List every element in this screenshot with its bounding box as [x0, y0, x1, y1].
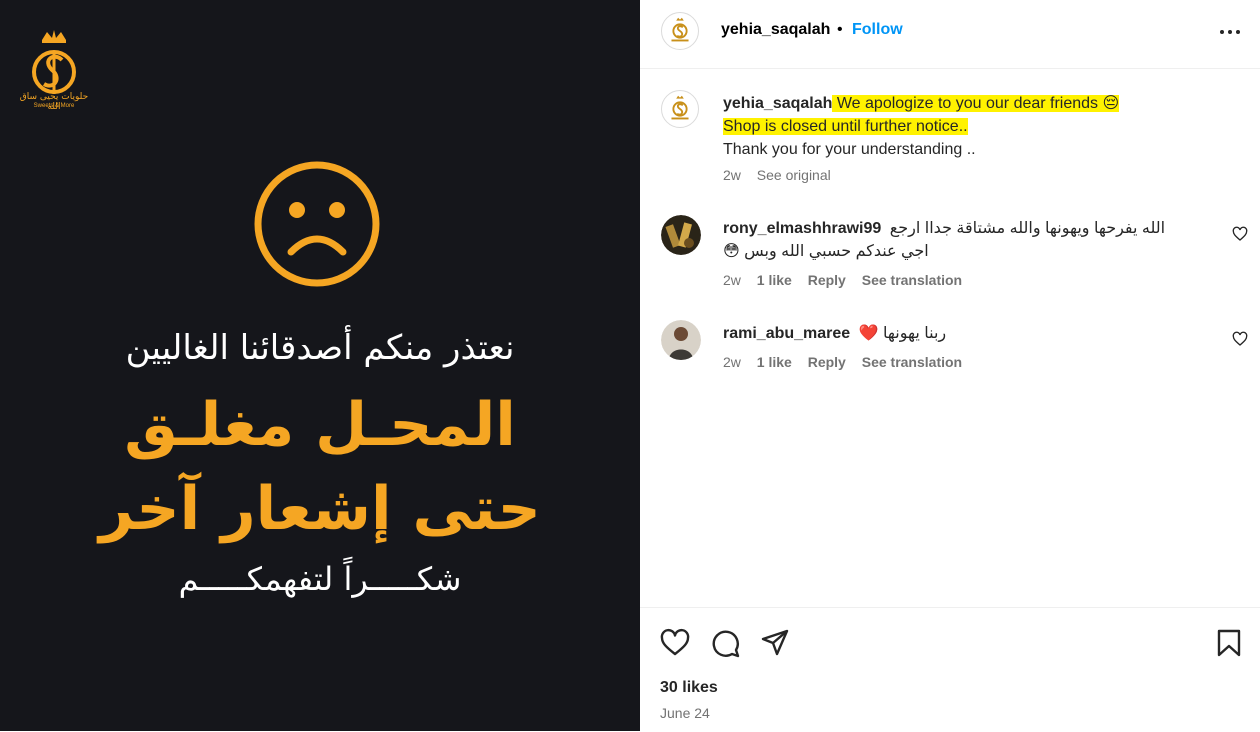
avatar[interactable] [661, 215, 701, 255]
comment-time[interactable]: 2w [723, 354, 741, 370]
comment-meta: 2w 1 like Reply See translation [723, 354, 974, 370]
post-date[interactable]: June 24 [660, 705, 710, 721]
comment-likes[interactable]: 1 like [757, 354, 792, 370]
comment-likes[interactable]: 1 like [757, 272, 792, 288]
post-actions: 30 likes June 24 [640, 607, 1260, 732]
caption-line1: We apologize to you our dear friends 😔 [836, 95, 1120, 112]
comment-meta: 2w 1 like Reply See translation [723, 272, 974, 288]
image-text-until-notice: حتى إشعار آخر [99, 474, 541, 544]
comment-username[interactable]: rami_abu_maree [723, 325, 850, 342]
avatar[interactable] [661, 12, 699, 50]
sad-face-icon [254, 161, 380, 287]
image-text-apology: نعتذر منكم أصدقائنا الغاليين [125, 328, 515, 368]
comment-text-line2: اجي عندكم حسبي الله وبس 😳 [723, 243, 929, 260]
caption-time[interactable]: 2w [723, 167, 741, 183]
caption-line3: Thank you for your understanding .. [723, 141, 976, 158]
image-text-shop-closed: المحـل مغلـق [124, 390, 516, 460]
like-heart-icon[interactable] [660, 628, 690, 658]
share-send-icon[interactable] [760, 628, 790, 658]
like-comment-heart-icon[interactable] [1232, 226, 1248, 242]
header-username[interactable]: yehia_saqalah [721, 21, 830, 39]
image-text-thank-you: شكـــــراً لتفهمكـــــم [178, 560, 462, 598]
comment-body: rony_elmashhrawi99 الله يفرحها ويهونها و… [723, 217, 1193, 263]
see-translation-button[interactable]: See translation [862, 272, 962, 288]
caption-text: yehia_saqalah We apologize to you our de… [723, 92, 1223, 161]
post-image[interactable]: حلويات يحيى ساق الله Sweets & More نعتذر… [0, 0, 640, 731]
like-comment-heart-icon[interactable] [1232, 331, 1248, 347]
follow-button[interactable]: Follow [852, 21, 903, 39]
comment-username[interactable]: rony_elmashhrawi99 [723, 220, 881, 237]
more-options-icon[interactable] [1218, 22, 1242, 42]
bookmark-icon[interactable] [1214, 628, 1244, 658]
post-side-panel: yehia_saqalah • Follow yehia_saqalah We … [640, 0, 1260, 731]
comment-text-line1: الله يفرحها ويهونها والله مشتاقة جداا ار… [889, 220, 1166, 237]
reply-button[interactable]: Reply [808, 354, 846, 370]
likes-count[interactable]: 30 likes [660, 679, 718, 697]
logo-text-english: Sweets & More [33, 103, 75, 109]
comment-body: rami_abu_maree ربنا يهونها ❤️ [723, 322, 1193, 345]
separator-dot: • [837, 21, 843, 38]
see-translation-button[interactable]: See translation [862, 354, 962, 370]
comment-text-line1: ربنا يهونها ❤️ [858, 325, 947, 342]
comment-bubble-icon[interactable] [710, 628, 740, 658]
avatar[interactable] [661, 320, 701, 360]
caption-line: We apologize to you our dear friends 😔 [832, 95, 1120, 112]
reply-button[interactable]: Reply [808, 272, 846, 288]
logo-text-arabic: حلويات يحيى ساق الله [19, 92, 89, 112]
comment-time[interactable]: 2w [723, 272, 741, 288]
avatar[interactable] [661, 90, 699, 128]
see-original-button[interactable]: See original [757, 167, 831, 183]
post-header: yehia_saqalah • Follow [640, 0, 1260, 69]
caption-meta: 2w See original [723, 167, 843, 183]
caption-line2: Shop is closed until further notice.. [723, 118, 968, 135]
caption-username[interactable]: yehia_saqalah [723, 95, 832, 112]
